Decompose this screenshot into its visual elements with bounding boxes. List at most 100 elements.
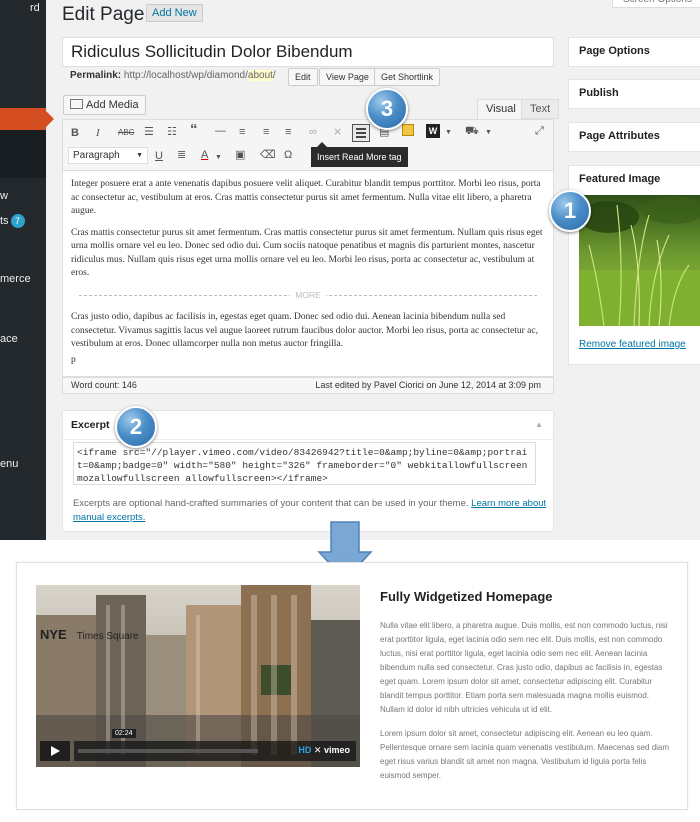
comments-count-badge: 7: [10, 214, 25, 228]
blockquote-icon[interactable]: “: [190, 122, 198, 137]
clear-formatting-icon[interactable]: ⌫: [260, 148, 276, 162]
align-right-icon[interactable]: ≡: [285, 125, 291, 139]
plugin-icon[interactable]: [402, 124, 414, 136]
vimeo-wordmark: vimeo: [323, 745, 350, 755]
fullscreen-icon[interactable]: ⤢: [535, 124, 544, 138]
excerpt-help: Excerpts are optional hand-crafted summa…: [73, 497, 553, 525]
media-icon: [70, 99, 83, 109]
align-center-icon[interactable]: ≡: [263, 125, 269, 139]
chevron-down-icon[interactable]: ▼: [485, 126, 492, 140]
vimeo-logo[interactable]: HD ✕ vimeo: [298, 745, 350, 756]
sidebar-item-label: ts: [0, 215, 9, 227]
sidebar-item-woocommerce[interactable]: merce: [0, 273, 31, 285]
fullscreen-icon: ✕: [313, 745, 322, 755]
editor-paragraph: Integer posuere erat a ante venenatis da…: [71, 179, 541, 216]
strikethrough-icon[interactable]: ABC: [118, 126, 134, 140]
cart-icon[interactable]: ⛟: [465, 124, 479, 138]
sidebar-item-dashboard[interactable]: rd: [30, 2, 40, 14]
excerpt-help-text: Excerpts are optional hand-crafted summa…: [73, 498, 472, 509]
video-title: NYE Times Square: [36, 627, 360, 651]
video-time: 02:24: [112, 729, 136, 738]
justify-icon[interactable]: ≣: [177, 148, 186, 162]
italic-icon[interactable]: I: [96, 126, 100, 140]
read-more-separator: MORE: [71, 289, 545, 303]
sidebar-item-new[interactable]: w: [0, 190, 8, 202]
preview-heading: Fully Widgetized Homepage: [380, 589, 553, 604]
get-shortlink-button[interactable]: Get Shortlink: [374, 68, 441, 86]
paste-text-icon[interactable]: ▣: [235, 148, 245, 162]
permalink-label: Permalink:: [70, 70, 122, 81]
video-embed[interactable]: NYE Times Square 02:24 HD ✕ vimeo: [36, 585, 360, 767]
chevron-down-icon[interactable]: ▼: [215, 151, 222, 165]
sidebar-item-comments[interactable]: ts 7: [0, 214, 25, 228]
format-select[interactable]: Paragraph ▼: [68, 147, 148, 164]
editor-paragraph: Cras justo odio, dapibus ac facilisis in…: [71, 312, 538, 349]
collapse-caret-icon[interactable]: ▲: [535, 420, 543, 429]
read-more-label: MORE: [290, 289, 326, 300]
featured-image-panel: Featured Image Remove featured image: [568, 165, 700, 365]
horizontal-line-icon[interactable]: —: [215, 124, 226, 138]
special-character-icon[interactable]: Ω: [284, 148, 292, 162]
editor-toolbar: B I ABC ☰ ☷ “ — ≡ ≡ ≡ ∞ ⨯ ▤ W ▼ ⛟ ▼ ⤢ Pa…: [62, 119, 554, 171]
page-title: Edit Page: [62, 4, 145, 25]
read-more-icon: [356, 128, 366, 138]
tab-visual[interactable]: Visual: [477, 99, 525, 119]
frontend-preview: NYE Times Square 02:24 HD ✕ vimeo Fully W…: [16, 562, 688, 810]
video-controls: 02:24 HD ✕ vimeo: [40, 729, 356, 761]
add-media-label: Add Media: [86, 99, 139, 111]
woocommerce-icon[interactable]: W: [426, 124, 440, 138]
editor-status-bar: Word count: 146 Last edited by Pavel Cio…: [62, 377, 554, 394]
sidebar-item-appearance[interactable]: ace: [0, 333, 18, 345]
wp-admin-screen: rd w ts 7 merce ace enu Edit Page Add New…: [0, 0, 700, 540]
video-title-main: NYE: [40, 627, 67, 642]
admin-sidebar: rd w ts 7 merce ace enu: [0, 0, 54, 540]
permalink: Permalink: http://localhost/wp/diamond/a…: [70, 70, 276, 81]
post-title-input[interactable]: Ridiculus Sollicitudin Dolor Bibendum: [62, 37, 554, 67]
align-left-icon[interactable]: ≡: [239, 125, 245, 139]
permalink-tail: /: [272, 70, 276, 81]
text-color-icon[interactable]: A: [201, 148, 208, 162]
link-icon[interactable]: ∞: [309, 125, 317, 139]
page-options-panel[interactable]: Page Options: [568, 37, 700, 67]
numbered-list-icon[interactable]: ☷: [167, 125, 177, 139]
page-attributes-panel[interactable]: Page Attributes: [568, 122, 700, 152]
insert-read-more-button[interactable]: [352, 124, 370, 142]
edit-permalink-button[interactable]: Edit: [288, 68, 318, 86]
excerpt-textarea[interactable]: <iframe src="//player.vimeo.com/video/83…: [73, 442, 536, 485]
video-progress-track[interactable]: [78, 749, 258, 753]
sidebar-item-menu[interactable]: enu: [0, 458, 18, 470]
word-count: Word count: 146: [71, 380, 137, 390]
editor-content[interactable]: Integer posuere erat a ante venenatis da…: [62, 171, 554, 377]
add-media-button[interactable]: Add Media: [63, 95, 146, 115]
preview-paragraph: Nulla vitae elit libero, a pharetra augu…: [380, 621, 668, 714]
underline-icon[interactable]: U: [155, 149, 163, 163]
unlink-icon[interactable]: ⨯: [333, 125, 342, 139]
tab-text[interactable]: Text: [521, 99, 560, 119]
bold-icon[interactable]: B: [71, 126, 79, 140]
tooltip: Insert Read More tag: [311, 142, 408, 167]
add-new-button[interactable]: Add New: [146, 4, 203, 22]
remove-featured-image-link[interactable]: Remove featured image: [579, 339, 686, 350]
callout-badge: 1: [549, 190, 591, 232]
sidebar-item-active[interactable]: [0, 108, 54, 130]
bullet-list-icon[interactable]: ☰: [144, 125, 154, 139]
featured-image-title: Featured Image: [579, 173, 661, 185]
chevron-down-icon: ▼: [136, 152, 143, 159]
last-edited: Last edited by Pavel Ciorici on June 12,…: [315, 380, 541, 390]
video-title-sub: Times Square: [76, 631, 139, 642]
preview-paragraph: Lorem ipsum dolor sit amet, consectetur …: [380, 729, 670, 780]
video-progress-bar[interactable]: 02:24 HD ✕ vimeo: [74, 729, 356, 761]
editor-path: p: [71, 354, 76, 365]
view-page-button[interactable]: View Page: [319, 68, 376, 86]
publish-panel[interactable]: Publish: [568, 79, 700, 109]
screen-options-button[interactable]: Screen Options: [612, 0, 700, 8]
permalink-slug[interactable]: about: [247, 70, 273, 81]
sidebar-submenu: [0, 130, 46, 178]
excerpt-title: Excerpt: [71, 419, 110, 431]
callout-badge: 3: [366, 88, 408, 130]
callout-badge: 2: [115, 406, 157, 448]
play-icon[interactable]: [40, 741, 70, 761]
featured-image-thumbnail[interactable]: [579, 195, 700, 326]
chevron-down-icon[interactable]: ▼: [445, 126, 452, 140]
video-frame: [36, 585, 360, 767]
